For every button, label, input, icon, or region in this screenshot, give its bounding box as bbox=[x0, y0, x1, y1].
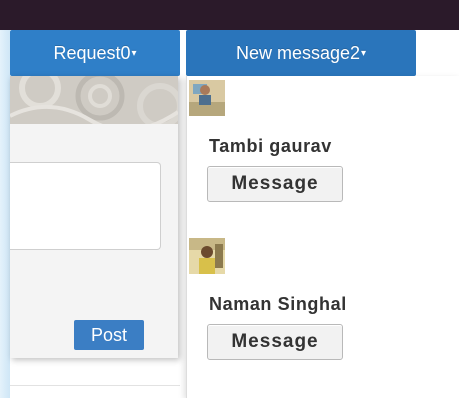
post-panel: Post bbox=[10, 76, 178, 358]
post-textarea[interactable] bbox=[10, 162, 161, 250]
message-button[interactable]: Message bbox=[207, 166, 343, 202]
new-messages-button[interactable]: New message2▾ bbox=[186, 30, 416, 76]
top-bar bbox=[0, 0, 459, 30]
new-message-dropdown: Tambi gaurav Message Naman Singhal Messa… bbox=[186, 76, 459, 398]
avatar[interactable] bbox=[189, 238, 225, 274]
cover-image bbox=[10, 76, 178, 124]
user-name[interactable]: Tambi gaurav bbox=[209, 136, 332, 157]
avatar[interactable] bbox=[189, 80, 225, 116]
caret-down-icon: ▾ bbox=[361, 48, 367, 60]
friend-requests-button[interactable]: Request0▾ bbox=[10, 30, 180, 76]
user-name[interactable]: Naman Singhal bbox=[209, 294, 347, 315]
window-edge bbox=[0, 30, 10, 398]
caret-down-icon: ▾ bbox=[131, 48, 137, 60]
new-messages-label: New message2 bbox=[235, 43, 361, 63]
post-button[interactable]: Post bbox=[74, 320, 144, 350]
divider bbox=[10, 385, 180, 386]
friend-requests-label: Request0 bbox=[53, 43, 131, 63]
message-button[interactable]: Message bbox=[207, 324, 343, 360]
